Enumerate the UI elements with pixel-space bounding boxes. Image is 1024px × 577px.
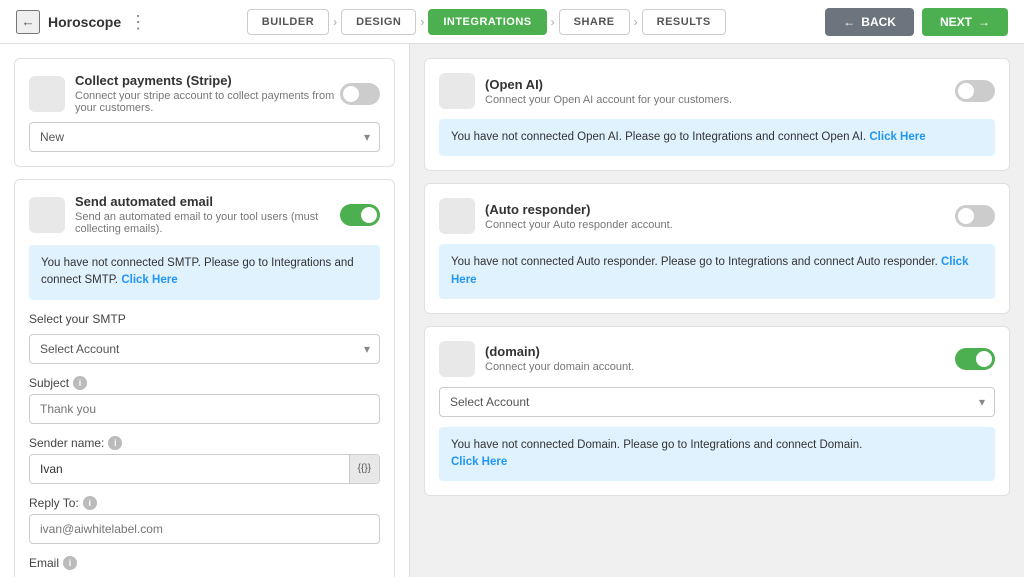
domain-icon xyxy=(439,341,475,377)
step-integrations[interactable]: INTEGRATIONS xyxy=(428,9,546,35)
openai-title: (Open AI) xyxy=(485,77,732,92)
nav-steps: BUILDER › DESIGN › INTEGRATIONS › SHARE … xyxy=(247,9,726,35)
next-button[interactable]: NEXT → xyxy=(922,8,1008,36)
stripe-account-select[interactable]: New xyxy=(29,122,380,152)
nav-title: Horoscope xyxy=(48,14,121,30)
autoresponder-title: (Auto responder) xyxy=(485,202,673,217)
sender-tag-button[interactable]: {{}} xyxy=(349,455,379,483)
step-design[interactable]: DESIGN xyxy=(341,9,416,35)
subject-input[interactable] xyxy=(29,394,380,424)
right-panel: (Open AI) Connect your Open AI account f… xyxy=(410,44,1024,577)
domain-click-here-link[interactable]: Click Here xyxy=(451,456,507,468)
send-email-subtitle: Send an automated email to your tool use… xyxy=(75,211,340,235)
send-email-toggle[interactable] xyxy=(340,204,380,226)
autoresponder-warning-banner: You have not connected Auto responder. P… xyxy=(439,244,995,299)
smtp-select-wrap: Select Account xyxy=(29,334,380,364)
step-builder[interactable]: BUILDER xyxy=(247,9,329,35)
autoresponder-toggle[interactable] xyxy=(955,205,995,227)
collect-payments-toggle[interactable] xyxy=(340,83,380,105)
step-arrow-1: › xyxy=(333,15,337,29)
collect-payments-card: Collect payments (Stripe) Connect your s… xyxy=(14,58,395,167)
next-arrow-icon: → xyxy=(978,15,990,29)
smtp-select[interactable]: Select Account xyxy=(29,334,380,364)
nav-left: ← Horoscope ⋮ xyxy=(16,10,147,34)
smtp-click-here-link[interactable]: Click Here xyxy=(121,274,177,286)
nav-right: ← BACK NEXT → xyxy=(825,8,1008,36)
sender-name-label: Sender name: i xyxy=(29,436,380,450)
email-icon xyxy=(29,197,65,233)
email-info-icon[interactable]: i xyxy=(63,556,77,570)
reply-to-info-icon[interactable]: i xyxy=(83,496,97,510)
stripe-account-select-wrap: New xyxy=(29,122,380,152)
openai-toggle[interactable] xyxy=(955,80,995,102)
autoresponder-card: (Auto responder) Connect your Auto respo… xyxy=(424,183,1010,314)
collect-payments-subtitle: Connect your stripe account to collect p… xyxy=(75,90,340,114)
subject-info-icon[interactable]: i xyxy=(73,376,87,390)
autoresponder-header: (Auto responder) Connect your Auto respo… xyxy=(439,198,995,234)
domain-title: (domain) xyxy=(485,344,634,359)
domain-account-select[interactable]: Select Account xyxy=(439,387,995,417)
step-share[interactable]: SHARE xyxy=(559,9,630,35)
smtp-warning-banner: You have not connected SMTP. Please go t… xyxy=(29,245,380,300)
stripe-icon xyxy=(29,76,65,112)
back-button[interactable]: ← BACK xyxy=(825,8,914,36)
openai-click-here-link[interactable]: Click Here xyxy=(869,131,925,143)
openai-icon xyxy=(439,73,475,109)
reply-to-label: Reply To: i xyxy=(29,496,380,510)
back-arrow-icon: ← xyxy=(843,15,855,29)
openai-warning-banner: You have not connected Open AI. Please g… xyxy=(439,119,995,156)
domain-warning-banner: You have not connected Domain. Please go… xyxy=(439,427,995,482)
send-email-card: Send automated email Send an automated e… xyxy=(14,179,395,577)
step-arrow-4: › xyxy=(634,15,638,29)
step-arrow-2: › xyxy=(420,15,424,29)
domain-account-select-wrap: Select Account xyxy=(439,387,995,417)
domain-toggle[interactable] xyxy=(955,348,995,370)
send-email-header: Send automated email Send an automated e… xyxy=(29,194,380,235)
left-panel: Collect payments (Stripe) Connect your s… xyxy=(0,44,410,577)
collect-payments-header: Collect payments (Stripe) Connect your s… xyxy=(29,73,380,114)
domain-subtitle: Connect your domain account. xyxy=(485,361,634,373)
openai-card: (Open AI) Connect your Open AI account f… xyxy=(424,58,1010,171)
openai-subtitle: Connect your Open AI account for your cu… xyxy=(485,94,732,106)
top-nav: ← Horoscope ⋮ BUILDER › DESIGN › INTEGRA… xyxy=(0,0,1024,44)
sender-info-icon[interactable]: i xyxy=(108,436,122,450)
sender-name-input-wrap: {{}} xyxy=(29,454,380,484)
collect-payments-title: Collect payments (Stripe) xyxy=(75,73,340,88)
autoresponder-subtitle: Connect your Auto responder account. xyxy=(485,219,673,231)
reply-to-input[interactable] xyxy=(29,514,380,544)
smtp-label: Select your SMTP xyxy=(29,312,380,326)
autoresponder-icon xyxy=(439,198,475,234)
domain-card: (domain) Connect your domain account. Se… xyxy=(424,326,1010,497)
nav-more-icon[interactable]: ⋮ xyxy=(129,13,147,31)
main-content: Collect payments (Stripe) Connect your s… xyxy=(0,44,1024,577)
email-label: Email i xyxy=(29,556,380,570)
step-arrow-3: › xyxy=(551,15,555,29)
domain-header: (domain) Connect your domain account. xyxy=(439,341,995,377)
send-email-title: Send automated email xyxy=(75,194,340,209)
sender-name-input[interactable] xyxy=(30,455,349,483)
subject-label: Subject i xyxy=(29,376,380,390)
step-results[interactable]: RESULTS xyxy=(642,9,726,35)
nav-back-arrow[interactable]: ← xyxy=(16,10,40,34)
openai-header: (Open AI) Connect your Open AI account f… xyxy=(439,73,995,109)
